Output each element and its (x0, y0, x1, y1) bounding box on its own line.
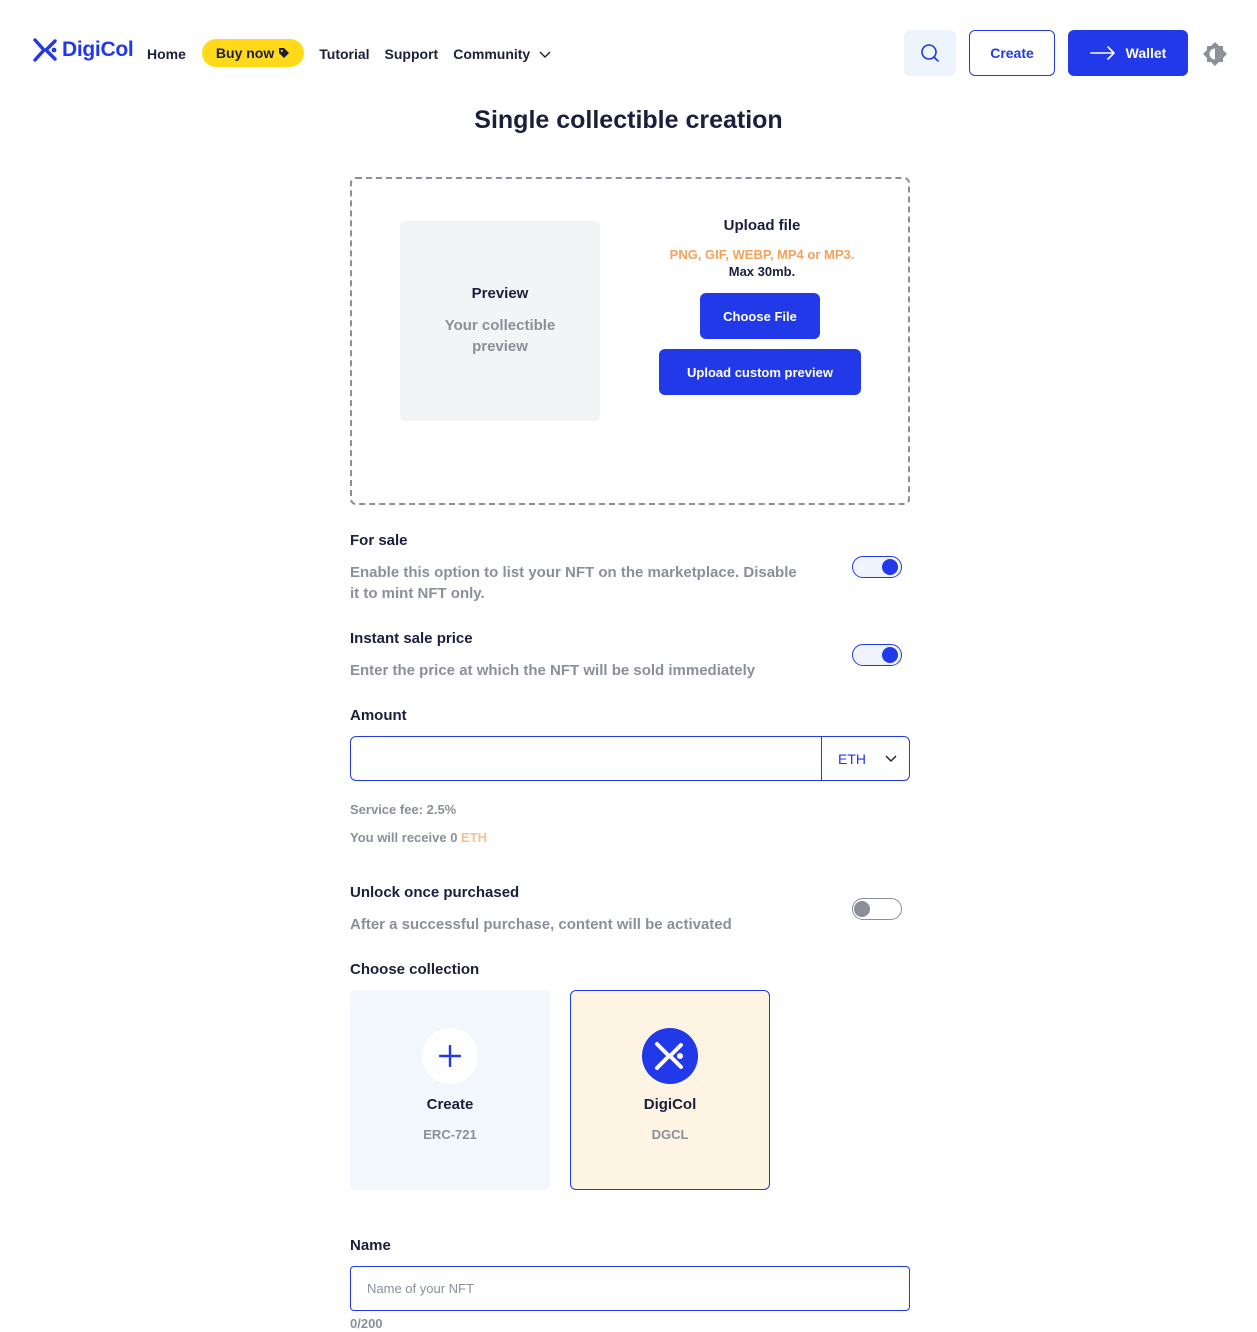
collection-card-subtitle: DGCL (651, 1127, 689, 1142)
digicol-logo-icon (33, 38, 57, 62)
buy-now-label: Buy now (215, 45, 275, 61)
nav-tutorial[interactable]: Tutorial (319, 46, 369, 62)
upload-formats: PNG, GIF, WEBP, MP4 or MP3. (669, 247, 855, 262)
amount-field: ETH (350, 736, 910, 781)
currency-value: ETH (838, 750, 866, 767)
upload-custom-preview-button[interactable]: Upload custom preview (659, 349, 861, 395)
service-fee: Service fee: 2.5% (350, 802, 457, 817)
upload-dropzone[interactable]: Preview Your collectible preview Upload … (350, 177, 910, 505)
toggle-knob (882, 559, 898, 575)
unlock-description: After a successful purchase, content wil… (350, 916, 732, 933)
chevron-down-icon (539, 51, 551, 58)
toggle-knob (882, 647, 898, 663)
currency-select[interactable]: ETH (822, 737, 910, 780)
name-label: Name (350, 1237, 391, 1254)
digicol-logo-icon (642, 1028, 698, 1084)
upload-max-size: Max 30mb. (728, 264, 796, 279)
receive-amount: You will receive 0 ETH (350, 830, 487, 845)
toggle-knob (854, 901, 870, 917)
collection-card-name: DigiCol (643, 1096, 697, 1113)
plus-icon (422, 1028, 478, 1084)
nav-support[interactable]: Support (385, 46, 439, 62)
preview-title: Preview (471, 285, 529, 302)
instant-sale-description: Enter the price at which the NFT will be… (350, 662, 756, 679)
name-char-counter: 0/200 (350, 1316, 383, 1331)
choose-collection-label: Choose collection (350, 961, 480, 978)
unlock-label: Unlock once purchased (350, 884, 520, 901)
for-sale-toggle[interactable] (852, 556, 902, 578)
collection-card-digicol[interactable]: DigiCol DGCL (570, 990, 770, 1190)
collection-card-name: Create (426, 1096, 474, 1113)
main-nav: Home Buy now Tutorial Support Community (147, 39, 552, 67)
page-title: Single collectible creation (474, 106, 783, 134)
for-sale-label: For sale (350, 532, 408, 549)
preview-subtitle: Your collectible preview (444, 317, 556, 355)
upload-info: Upload file PNG, GIF, WEBP, MP4 or MP3. … (652, 217, 872, 279)
upload-title: Upload file (723, 217, 801, 234)
nav-community[interactable]: Community (453, 46, 552, 62)
wallet-label: Wallet (1125, 45, 1167, 61)
collection-card-create[interactable]: Create ERC-721 (350, 990, 550, 1190)
instant-sale-label: Instant sale price (350, 630, 473, 647)
search-icon (921, 44, 939, 62)
unlock-toggle[interactable] (852, 898, 902, 920)
top-navbar: DigiCol Home Buy now Tutorial Support Co… (0, 0, 1257, 106)
choose-file-button[interactable]: Choose File (700, 293, 820, 339)
theme-toggle-icon[interactable] (1202, 41, 1228, 67)
receive-currency: ETH (461, 830, 488, 845)
nav-home[interactable]: Home (147, 46, 186, 62)
tag-icon (279, 48, 290, 58)
arrow-right-icon (1089, 46, 1115, 60)
wallet-button[interactable]: Wallet (1068, 30, 1188, 76)
search-button[interactable] (904, 30, 956, 76)
brand-logo[interactable]: DigiCol (33, 38, 134, 62)
collection-card-subtitle: ERC-721 (423, 1127, 477, 1142)
instant-sale-toggle[interactable] (852, 644, 902, 666)
for-sale-description: Enable this option to list your NFT on t… (350, 564, 797, 602)
amount-label: Amount (350, 707, 407, 724)
brand-name: DigiCol (62, 38, 134, 61)
create-button[interactable]: Create (969, 30, 1055, 76)
preview-box: Preview Your collectible preview (400, 221, 600, 421)
buy-now-button[interactable]: Buy now (201, 39, 305, 67)
name-input[interactable] (350, 1266, 910, 1311)
nav-community-label: Community (453, 45, 531, 62)
chevron-down-icon (885, 755, 897, 762)
amount-input[interactable] (351, 737, 819, 780)
receive-prefix: You will receive 0 (350, 830, 458, 845)
